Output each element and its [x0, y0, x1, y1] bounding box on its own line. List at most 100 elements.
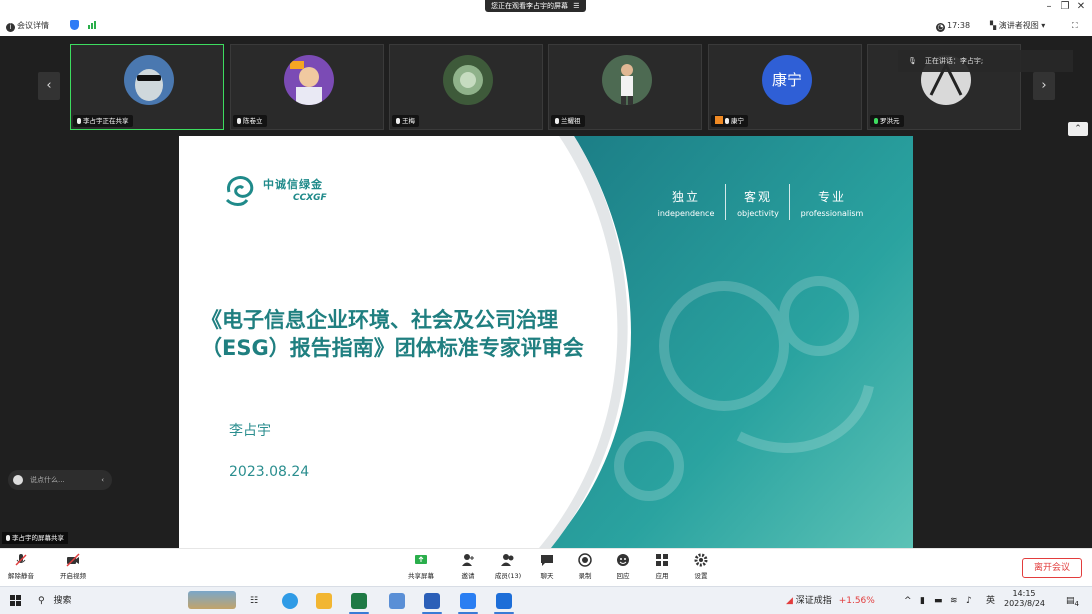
- security-shield-icon[interactable]: [70, 20, 79, 33]
- participant-tile[interactable]: 陈卷立: [230, 44, 384, 130]
- os-taskbar: ⚲ 搜索 ☷ ◢ 深证成指 +1.56% ^ ▮ ▬ ≋ ♪ 英 14:15 2…: [0, 586, 1092, 614]
- collapse-gallery-button[interactable]: ⌃: [1068, 122, 1088, 136]
- minimize-icon[interactable]: –: [1042, 0, 1056, 14]
- apps-button[interactable]: 应用: [645, 553, 679, 580]
- mic-icon: [77, 118, 81, 124]
- volume-icon[interactable]: ♪: [966, 592, 972, 610]
- meeting-window: 您正在观看李占宇的屏幕 ☰ – ❐ ✕ i 会议详情 ◔ 17:38 ▚ 演讲者视图…: [0, 0, 1092, 614]
- speaking-indicator: 🎙 正在讲话：李占宇;: [898, 50, 1073, 72]
- mic-muted-icon: [15, 554, 27, 566]
- browser-icon[interactable]: [282, 593, 298, 609]
- participant-label: 陈卷立: [233, 115, 267, 127]
- logo-text-en: CCXGF: [293, 193, 327, 203]
- share-screen-icon: [415, 555, 427, 564]
- search-highlight-image[interactable]: [188, 591, 236, 609]
- speaking-text: 正在讲话：李占宇;: [924, 57, 984, 65]
- windows-start-icon[interactable]: [10, 592, 22, 610]
- meeting-toolbar: 解除静音 开启视频 共享屏幕 邀请 成员(13) 聊天 录制 回应 应用 设置 …: [0, 548, 1092, 586]
- end-meeting-button[interactable]: 离开会议: [1022, 558, 1082, 578]
- participant-tile[interactable]: 康宁 康宁: [708, 44, 862, 130]
- meeting-time: 17:38: [947, 21, 971, 30]
- record-icon: [578, 553, 592, 567]
- banner-menu-icon[interactable]: ☰: [573, 2, 579, 10]
- slogan-item: 专业 professionalism: [800, 190, 864, 218]
- apps-grid-icon: [656, 554, 668, 566]
- tray-expand-icon[interactable]: ^: [904, 592, 912, 610]
- meeting-info-bar: i 会议详情 ◔ 17:38 ▚ 演讲者视图 ▾ ⛶: [0, 16, 1092, 36]
- participant-label: 兰耀祖: [551, 115, 585, 127]
- search-icon: ⚲: [38, 596, 45, 606]
- stock-name: 深证成指: [795, 596, 832, 606]
- speaker-mic-icon: 🎙: [908, 57, 917, 65]
- mic-icon: [6, 535, 10, 541]
- gear-icon: [694, 553, 708, 567]
- unmute-button[interactable]: 解除静音: [4, 553, 38, 580]
- word-icon[interactable]: [422, 593, 442, 614]
- tencent-meeting-icon[interactable]: [494, 593, 514, 614]
- participant-tile[interactable]: 李占宇正在共享: [70, 44, 224, 130]
- signal-strength-icon[interactable]: [88, 20, 97, 33]
- fullscreen-icon[interactable]: ⛶: [1072, 20, 1078, 32]
- slide-author: 李占宇: [229, 423, 271, 439]
- stock-widget[interactable]: ◢ 深证成指 +1.56%: [786, 592, 875, 610]
- title-bar: 您正在观看李占宇的屏幕 ☰ – ❐ ✕: [0, 0, 1092, 16]
- mic-icon: [237, 118, 241, 124]
- chevron-down-icon: ▾: [1041, 21, 1046, 30]
- meeting-details-label: 会议详情: [17, 21, 49, 30]
- excel-icon[interactable]: [349, 593, 369, 614]
- chat-placeholder: 说点什么...: [30, 476, 65, 484]
- shared-screen-area: 中诚信绿金 CCXGF 独立 independence 客观 objectivi…: [0, 132, 1092, 548]
- task-view-icon[interactable]: ☷: [250, 592, 258, 610]
- presentation-slide: 中诚信绿金 CCXGF 独立 independence 客观 objectivi…: [179, 136, 913, 548]
- edit-app-icon[interactable]: [389, 593, 405, 609]
- participant-tile[interactable]: 王梅: [389, 44, 543, 130]
- chat-button[interactable]: 聊天: [530, 553, 564, 580]
- system-clock[interactable]: 14:15 2023/8/24: [1004, 589, 1045, 608]
- share-banner-text: 您正在观看李占宇的屏幕: [491, 2, 568, 10]
- view-mode-label: 演讲者视图: [998, 21, 1039, 30]
- reactions-button[interactable]: 回应: [606, 553, 640, 580]
- camera-off-icon: [66, 553, 80, 567]
- share-screen-button[interactable]: 共享屏幕: [404, 553, 438, 580]
- invite-button[interactable]: 邀请: [451, 553, 485, 580]
- chevron-left-icon[interactable]: ‹: [101, 470, 104, 490]
- slogan-item: 独立 independence: [657, 190, 715, 218]
- record-button[interactable]: 录制: [568, 553, 602, 580]
- add-person-icon: [462, 554, 474, 566]
- participant-tile[interactable]: 兰耀祖: [548, 44, 702, 130]
- gallery-prev-button[interactable]: ‹: [38, 72, 60, 100]
- tray-mic-icon[interactable]: ▮: [920, 592, 925, 610]
- mic-icon: [874, 118, 878, 124]
- clock-time: 14:15: [1012, 589, 1036, 598]
- close-icon[interactable]: ✕: [1074, 0, 1088, 14]
- clock-icon: ◔: [936, 23, 945, 32]
- taskbar-search[interactable]: ⚲ 搜索: [38, 592, 178, 610]
- share-banner[interactable]: 您正在观看李占宇的屏幕 ☰: [485, 0, 586, 12]
- notification-button[interactable]: ▤4: [1066, 592, 1079, 610]
- gallery-next-button[interactable]: ›: [1033, 72, 1055, 100]
- meeting-app-icon[interactable]: [458, 593, 478, 614]
- meeting-details-button[interactable]: i 会议详情: [6, 20, 49, 32]
- stock-change: +1.56%: [838, 596, 875, 606]
- stock-trend-icon: ◢: [786, 596, 793, 606]
- ime-indicator[interactable]: 英: [986, 592, 995, 610]
- restore-icon[interactable]: ❐: [1058, 0, 1072, 14]
- battery-icon[interactable]: ▬: [934, 592, 943, 610]
- slogan-divider: [789, 184, 790, 220]
- meeting-clock: ◔ 17:38: [936, 20, 970, 32]
- quick-chat-input[interactable]: 说点什么... ‹: [8, 470, 112, 490]
- folder-icon[interactable]: [316, 593, 332, 609]
- avatar: [124, 55, 174, 105]
- settings-button[interactable]: 设置: [684, 553, 718, 580]
- participant-label: 李占宇正在共享: [73, 115, 133, 127]
- taskbar-search-placeholder: 搜索: [53, 596, 72, 606]
- view-mode-dropdown[interactable]: ▚ 演讲者视图 ▾: [990, 20, 1045, 32]
- slide-title-line2: （ESG）报告指南》团体标准专家评审会: [201, 336, 584, 360]
- chat-bubble-icon: [13, 475, 23, 485]
- members-button[interactable]: 成员(13): [491, 553, 525, 580]
- members-icon: [501, 554, 514, 566]
- start-video-button[interactable]: 开启视频: [56, 553, 90, 580]
- slogan-item: 客观 objectivity: [737, 190, 779, 218]
- participant-label: 罗洪元: [870, 115, 904, 127]
- wifi-icon[interactable]: ≋: [950, 592, 958, 610]
